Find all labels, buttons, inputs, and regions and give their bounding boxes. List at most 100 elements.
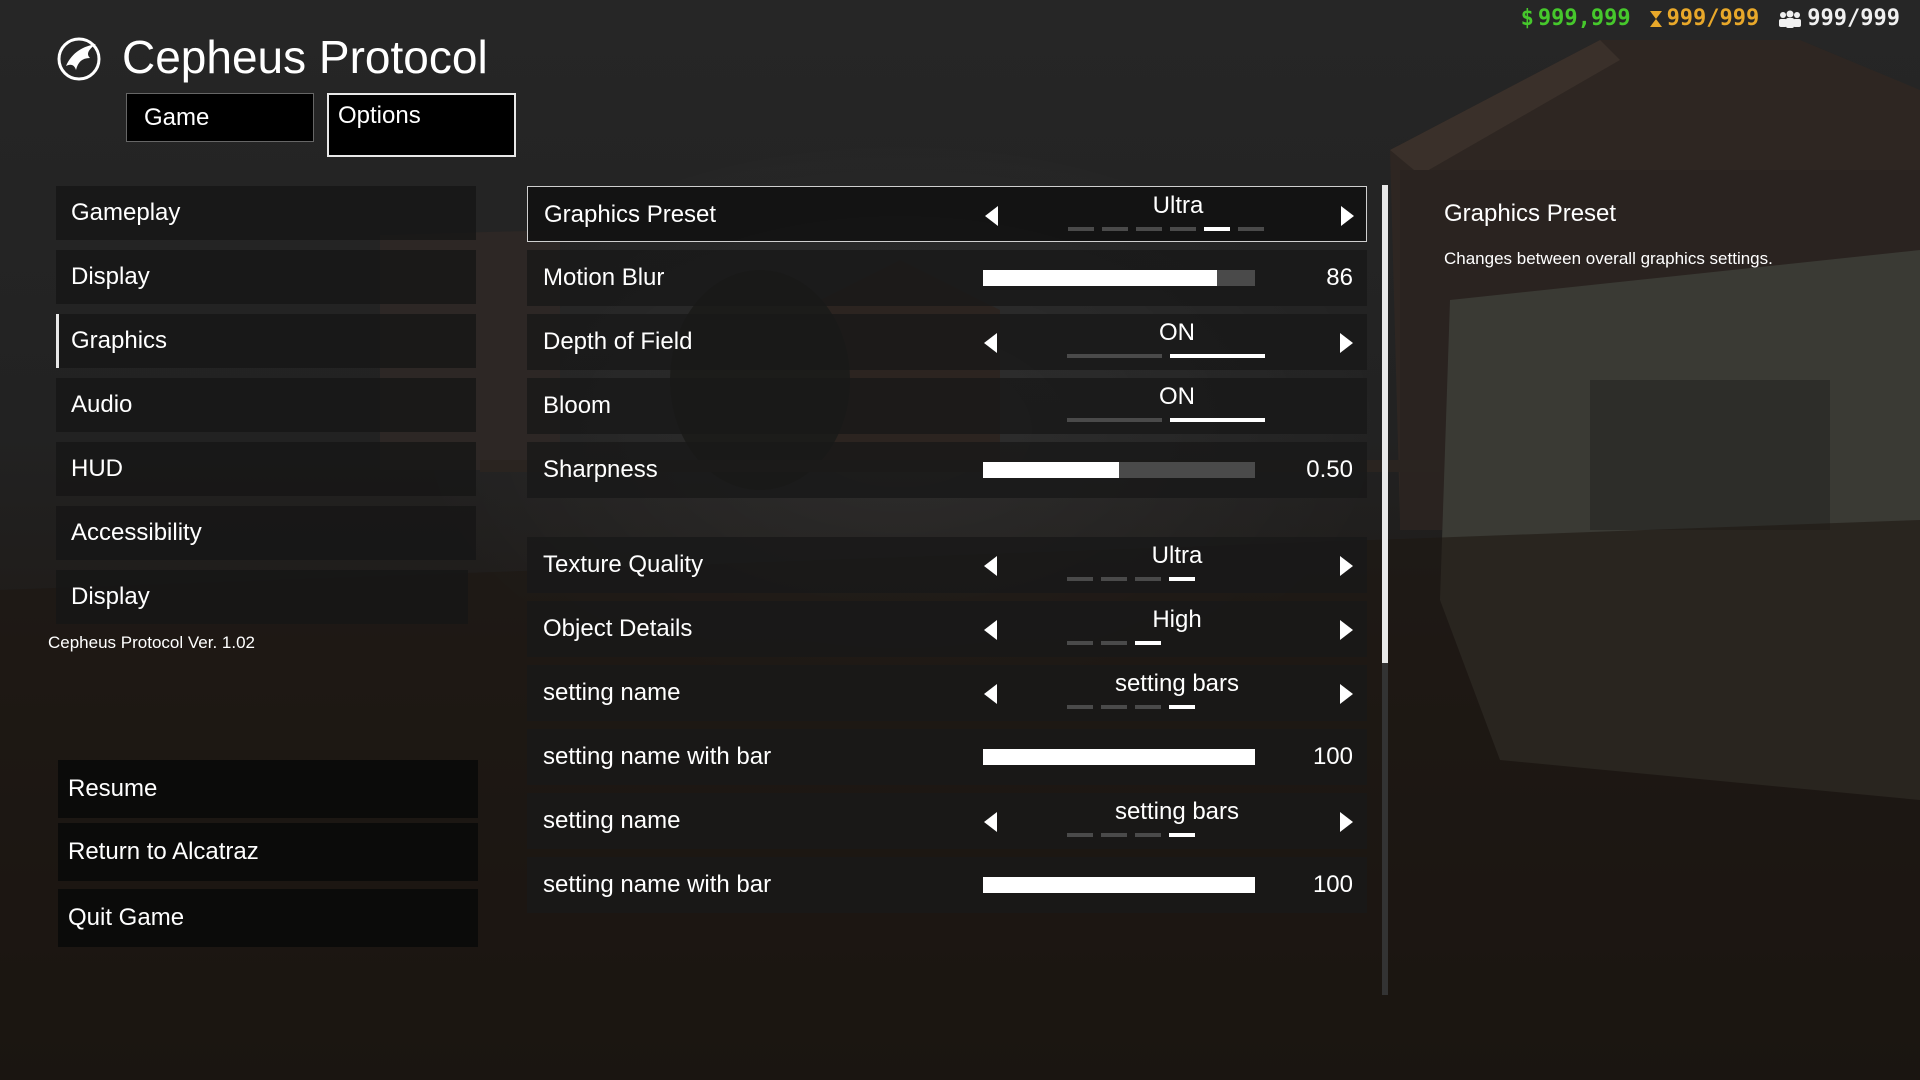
- dollar-icon: $: [1520, 6, 1534, 31]
- arrow-left-icon[interactable]: [984, 620, 997, 640]
- setting-label: Sharpness: [543, 456, 658, 483]
- level-indicator: [1067, 641, 1161, 645]
- setting-label: Object Details: [543, 615, 693, 642]
- setting-label: setting name: [543, 807, 681, 834]
- setting-label: Graphics Preset: [544, 201, 717, 228]
- slider-track[interactable]: [983, 462, 1255, 478]
- level-indicator: [1067, 418, 1265, 422]
- description-text: Changes between overall graphics setting…: [1444, 249, 1773, 268]
- sidebar-item-hud[interactable]: HUD: [56, 442, 476, 496]
- sidebar-item-display[interactable]: Display: [56, 250, 476, 304]
- sidebar-item-accessibility[interactable]: Accessibility: [56, 506, 476, 560]
- quit-game-button[interactable]: Quit Game: [58, 889, 478, 947]
- level-pip: [1067, 705, 1093, 709]
- setting-row-7[interactable]: setting name setting bars: [527, 665, 1367, 721]
- setting-label: setting name with bar: [543, 743, 772, 770]
- setting-label: Motion Blur: [543, 264, 665, 291]
- slider-fill: [983, 877, 1255, 893]
- game-title: Cepheus Protocol: [122, 31, 488, 83]
- slider-track[interactable]: [983, 270, 1255, 286]
- tab-game[interactable]: Game: [126, 93, 314, 142]
- level-pip: [1169, 833, 1195, 837]
- slider-fill: [983, 749, 1255, 765]
- slider-fill: [983, 462, 1119, 478]
- arrow-right-icon[interactable]: [1340, 556, 1353, 576]
- sidebar-item-graphics[interactable]: Graphics: [56, 314, 476, 368]
- setting-value: ON: [1159, 383, 1195, 410]
- tab-options[interactable]: Options: [327, 93, 516, 157]
- level-pip: [1067, 354, 1162, 358]
- arrow-right-icon[interactable]: [1340, 620, 1353, 640]
- level-pip: [1101, 833, 1127, 837]
- setting-value: ON: [1159, 319, 1195, 346]
- level-pip: [1101, 705, 1127, 709]
- level-indicator: [1067, 354, 1265, 358]
- description-title: Graphics Preset: [1444, 200, 1617, 227]
- setting-label: Bloom: [543, 392, 612, 419]
- level-pip: [1169, 577, 1195, 581]
- setting-value: High: [1152, 606, 1202, 633]
- setting-row-2[interactable]: Depth of Field ON: [527, 314, 1367, 370]
- setting-row-10[interactable]: setting name with bar 100: [527, 857, 1367, 913]
- arrow-left-icon[interactable]: [985, 206, 998, 226]
- setting-row-9[interactable]: setting name setting bars: [527, 793, 1367, 849]
- slider-track[interactable]: [983, 877, 1255, 893]
- version-label: Cepheus Protocol Ver. 1.02: [48, 633, 255, 652]
- level-pip: [1067, 833, 1093, 837]
- group-icon: [1779, 10, 1802, 28]
- arrow-left-icon[interactable]: [984, 812, 997, 832]
- arrow-right-icon[interactable]: [1340, 684, 1353, 704]
- level-pip: [1101, 641, 1127, 645]
- setting-row-6[interactable]: Object Details High: [527, 601, 1367, 657]
- sidebar-item-gameplay[interactable]: Gameplay: [56, 186, 476, 240]
- level-indicator: [1067, 833, 1195, 837]
- level-pip: [1067, 577, 1093, 581]
- level-pip: [1136, 227, 1162, 231]
- arrow-left-icon[interactable]: [984, 333, 997, 353]
- level-pip: [1204, 227, 1230, 231]
- resume-button[interactable]: Resume: [58, 760, 478, 818]
- level-pip: [1135, 833, 1161, 837]
- setting-label: Texture Quality: [543, 551, 704, 578]
- level-pip: [1169, 705, 1195, 709]
- setting-row-4[interactable]: Sharpness 0.50: [527, 442, 1367, 498]
- level-pip: [1135, 705, 1161, 709]
- setting-value: setting bars: [1114, 798, 1240, 825]
- level-pip: [1135, 641, 1161, 645]
- arrow-left-icon[interactable]: [984, 684, 997, 704]
- resource-hud: $ 999,999 999/999 999/999: [1521, 6, 1900, 31]
- time-counter: 999/999: [1649, 6, 1759, 31]
- return-to-alcatraz-button[interactable]: Return to Alcatraz: [58, 823, 478, 881]
- setting-value: setting bars: [1114, 670, 1240, 697]
- level-pip: [1067, 641, 1093, 645]
- settings-scrollbar[interactable]: [1382, 185, 1388, 995]
- setting-row-0[interactable]: Graphics Preset Ultra: [527, 186, 1367, 242]
- arrow-right-icon[interactable]: [1341, 206, 1354, 226]
- level-pip: [1068, 227, 1094, 231]
- sidebar-item-audio[interactable]: Audio: [56, 378, 476, 432]
- setting-row-3[interactable]: Bloom ON: [527, 378, 1367, 434]
- level-pip: [1135, 577, 1161, 581]
- arrow-left-icon[interactable]: [984, 556, 997, 576]
- setting-value: Ultra: [1151, 542, 1203, 569]
- setting-row-8[interactable]: setting name with bar 100: [527, 729, 1367, 785]
- level-pip: [1238, 227, 1264, 231]
- setting-row-5[interactable]: Texture Quality Ultra: [527, 537, 1367, 593]
- setting-label: Depth of Field: [543, 328, 693, 355]
- level-pip: [1170, 354, 1265, 358]
- hawk-emblem-icon: [57, 37, 101, 81]
- level-pip: [1170, 227, 1196, 231]
- slider-fill: [983, 270, 1217, 286]
- scrollbar-thumb[interactable]: [1382, 185, 1388, 663]
- level-indicator: [1068, 227, 1264, 231]
- level-indicator: [1067, 705, 1195, 709]
- slider-track[interactable]: [983, 749, 1255, 765]
- money-counter: $ 999,999: [1520, 6, 1631, 31]
- arrow-right-icon[interactable]: [1340, 333, 1353, 353]
- setting-value: Ultra: [1152, 192, 1204, 219]
- slider-value: 100: [1312, 871, 1353, 898]
- sidebar-item-display-2[interactable]: Display: [56, 570, 468, 624]
- level-pip: [1067, 418, 1162, 422]
- arrow-right-icon[interactable]: [1340, 812, 1353, 832]
- setting-row-1[interactable]: Motion Blur 86: [527, 250, 1367, 306]
